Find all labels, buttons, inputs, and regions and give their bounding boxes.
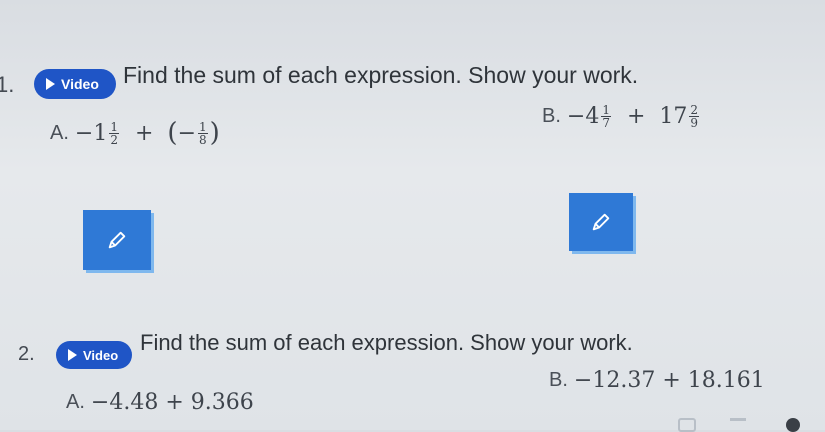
play-icon — [68, 349, 77, 361]
denominator: 8 — [199, 132, 207, 147]
expression-text: −4.48 + 9.366 — [90, 390, 254, 415]
video-label: Video — [61, 76, 99, 92]
question-prompt: Find the sum of each expression. Show yo… — [123, 62, 639, 88]
question-prompt: Find the sum of each expression. Show yo… — [140, 330, 633, 355]
part-label: B. — [542, 105, 561, 127]
mixed-number-whole: −4 — [566, 104, 600, 129]
fraction: 1 7 — [601, 104, 611, 129]
question-number: 1. — [0, 72, 15, 97]
video-label: Video — [83, 347, 119, 363]
video-button[interactable]: Video — [34, 69, 116, 99]
expression-text: −12.37 + 18.161 — [573, 368, 765, 393]
negative-sign: − — [177, 120, 197, 146]
edit-answer-button-1a[interactable] — [83, 210, 151, 270]
expression-2a: A. −4.48 + 9.366 — [66, 390, 254, 415]
mixed-number-whole: −1 — [74, 120, 108, 146]
fraction: 1 8 — [198, 121, 208, 146]
numerator: 1 — [109, 119, 119, 134]
operator: + — [134, 120, 154, 146]
part-label: B. — [549, 369, 568, 391]
fraction: 1 2 — [109, 121, 119, 146]
expression-2b: B. −12.37 + 18.161 — [549, 368, 765, 393]
paren-close: ) — [209, 118, 220, 148]
fraction: 2 9 — [689, 104, 700, 130]
numerator: 1 — [198, 119, 208, 134]
pencil-icon — [592, 213, 610, 231]
video-button[interactable]: Video — [56, 341, 132, 369]
expression-1a: A. −1 1 2 + ( − 1 8 ) — [50, 118, 220, 148]
part-label: A. — [50, 121, 69, 144]
expression-1b: B. −4 1 7 + 17 2 9 — [542, 104, 701, 129]
pencil-icon — [108, 231, 126, 249]
mixed-number-whole: 17 — [659, 104, 688, 129]
operator: + — [626, 104, 646, 129]
denominator: 7 — [602, 116, 610, 130]
question-number: 2. — [18, 343, 35, 365]
edit-answer-button-1b[interactable] — [569, 193, 633, 251]
menu-icon[interactable] — [730, 418, 746, 421]
play-icon — [46, 78, 55, 90]
denominator: 9 — [690, 116, 699, 130]
denominator: 2 — [110, 132, 118, 147]
part-label: A. — [66, 391, 85, 413]
paren-open: ( — [167, 118, 178, 148]
